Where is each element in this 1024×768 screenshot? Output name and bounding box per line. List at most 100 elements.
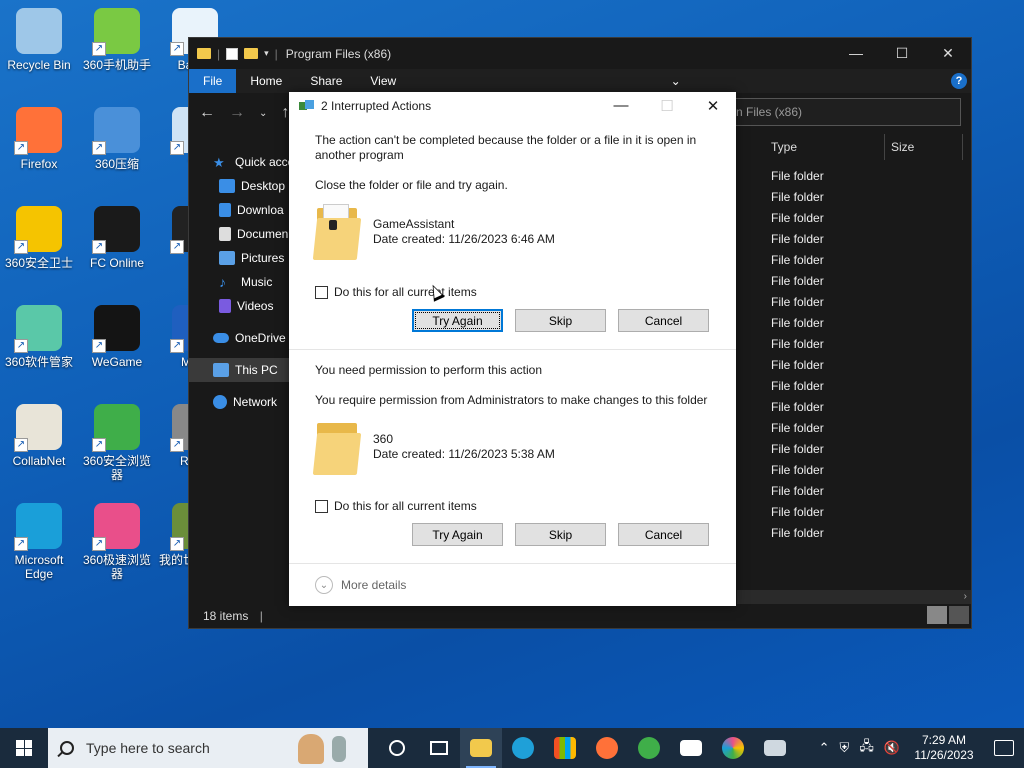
minimize-button[interactable]: — [833, 45, 879, 62]
tab-view[interactable]: View [356, 69, 410, 93]
show-hidden-icons-icon[interactable]: ⌃ [819, 740, 830, 756]
more-details-toggle[interactable]: ⌄ More details [315, 576, 406, 594]
table-row[interactable]: File folder [771, 271, 824, 292]
try-again-button[interactable]: Try Again [412, 309, 503, 332]
taskbar-file-explorer[interactable] [460, 728, 502, 768]
sidebar-item-documents[interactable]: Documen [189, 222, 289, 246]
scroll-right-icon[interactable]: › [964, 591, 967, 602]
taskbar-search-box[interactable]: Type here to search [48, 728, 368, 768]
desktop-icon-0[interactable]: Recycle Bin [0, 8, 78, 72]
tab-home[interactable]: Home [236, 69, 296, 93]
close-button[interactable]: ✕ [925, 45, 971, 62]
recent-locations-icon[interactable]: ⌄ [259, 108, 267, 119]
skip-button[interactable]: Skip [515, 523, 606, 546]
taskbar-edge[interactable] [502, 728, 544, 768]
tab-share[interactable]: Share [296, 69, 356, 93]
sidebar-item-pictures[interactable]: Pictures [189, 246, 289, 270]
start-button[interactable] [0, 728, 48, 768]
table-row[interactable]: File folder [771, 439, 824, 460]
apply-all-checkbox-1[interactable]: Do this for all current items [315, 285, 715, 299]
new-folder-icon[interactable] [244, 48, 259, 59]
table-row[interactable]: File folder [771, 460, 824, 481]
table-row[interactable]: File folder [771, 313, 824, 334]
desktop-icon-16[interactable]: ↗ 360极速浏览器 [78, 503, 156, 581]
desktop-icon-6[interactable]: ↗ 360安全卫士 [0, 206, 78, 270]
desktop-icon-4[interactable]: ↗ 360压缩 [78, 107, 156, 171]
sidebar-item-downloads[interactable]: Downloa [189, 198, 289, 222]
desktop-icon-12[interactable]: ↗ CollabNet [0, 404, 78, 468]
table-row[interactable]: File folder [771, 292, 824, 313]
address-bar[interactable]: n Files (x86) [735, 98, 961, 126]
table-row[interactable]: File folder [771, 229, 824, 250]
dialog-titlebar[interactable]: 2 Interrupted Actions — ☐ ✕ [289, 92, 736, 120]
column-header-size[interactable]: Size [885, 134, 963, 160]
dialog-close-button[interactable]: ✕ [690, 97, 736, 115]
forward-arrow-icon[interactable]: → [229, 104, 245, 122]
details-view-icon[interactable] [927, 606, 947, 624]
file-date: Date created: 11/26/2023 5:38 AM [373, 447, 555, 461]
table-row[interactable]: File folder [771, 523, 824, 544]
table-row[interactable]: File folder [771, 334, 824, 355]
taskbar-360-speed-browser[interactable] [712, 728, 754, 768]
sidebar-item-videos[interactable]: Videos [189, 294, 289, 318]
expand-ribbon-icon[interactable]: ⌄ [671, 74, 681, 88]
table-row[interactable]: File folder [771, 187, 824, 208]
sidebar-item-onedrive[interactable]: OneDrive [189, 326, 289, 350]
desktop-icon-13[interactable]: ↗ 360安全浏览器 [78, 404, 156, 482]
desktop-icon-10[interactable]: ↗ WeGame [78, 305, 156, 369]
table-row[interactable]: File folder [771, 418, 824, 439]
notification-icon[interactable] [994, 740, 1014, 756]
desktop-icon-15[interactable]: ↗ Microsoft Edge [0, 503, 78, 581]
sidebar-item-quick-access[interactable]: ★ Quick acce [189, 150, 289, 174]
tab-file[interactable]: File [189, 69, 237, 93]
taskbar-store[interactable] [544, 728, 586, 768]
sidebar-item-this-pc[interactable]: This PC [189, 358, 289, 382]
checkbox[interactable] [315, 499, 328, 513]
clock[interactable]: 7:29 AM 11/26/2023 [910, 733, 978, 763]
maximize-button[interactable]: ☐ [879, 45, 925, 62]
table-row[interactable]: File folder [771, 502, 824, 523]
table-row[interactable]: File folder [771, 376, 824, 397]
table-row[interactable]: File folder [771, 250, 824, 271]
table-row[interactable]: File folder [771, 166, 824, 187]
large-icons-view-icon[interactable] [949, 606, 969, 624]
checkbox[interactable] [315, 285, 328, 299]
sidebar-item-desktop[interactable]: Desktop [189, 174, 289, 198]
speed-browser-icon [722, 737, 744, 759]
explorer-titlebar[interactable]: | ▾ | Program Files (x86) — ☐ ✕ [189, 38, 971, 69]
taskbar-firefox[interactable] [586, 728, 628, 768]
volume-muted-icon[interactable]: 🔇 [884, 740, 900, 756]
taskbar-mail[interactable] [670, 728, 712, 768]
cloud-icon [213, 333, 229, 343]
dialog-minimize-button[interactable]: — [598, 97, 644, 115]
table-row[interactable]: File folder [771, 355, 824, 376]
shortcut-arrow-icon: ↗ [92, 339, 106, 353]
cortana-button[interactable] [376, 728, 418, 768]
customize-toolbar-icon[interactable]: ▾ [264, 48, 269, 59]
help-icon[interactable]: ? [951, 73, 967, 89]
taskbar-app[interactable] [754, 728, 796, 768]
desktop-icon-9[interactable]: ↗ 360软件管家 [0, 305, 78, 369]
table-row[interactable]: File folder [771, 397, 824, 418]
cancel-button[interactable]: Cancel [618, 523, 709, 546]
column-header-type[interactable]: Type [765, 134, 885, 160]
taskbar-360-browser[interactable] [628, 728, 670, 768]
apply-all-checkbox-2[interactable]: Do this for all current items [315, 499, 715, 513]
table-row[interactable]: File folder [771, 208, 824, 229]
desktop-icon-1[interactable]: ↗ 360手机助手 [78, 8, 156, 72]
back-arrow-icon[interactable]: ← [199, 104, 215, 122]
desktop-icon-3[interactable]: ↗ Firefox [0, 107, 78, 171]
desktop-icon [219, 179, 235, 193]
shortcut-arrow-icon: ↗ [92, 42, 106, 56]
network-icon[interactable]: 🖧 [859, 737, 874, 759]
task-view-button[interactable] [418, 728, 460, 768]
try-again-button[interactable]: Try Again [412, 523, 503, 546]
desktop-icon-7[interactable]: ↗ FC Online [78, 206, 156, 270]
sidebar-item-network[interactable]: Network [189, 390, 289, 414]
cancel-button[interactable]: Cancel [618, 309, 709, 332]
sidebar-item-music[interactable]: ♪ Music [189, 270, 289, 294]
skip-button[interactable]: Skip [515, 309, 606, 332]
security-icon[interactable]: ⛨ [840, 740, 850, 756]
properties-icon[interactable] [226, 47, 239, 60]
table-row[interactable]: File folder [771, 481, 824, 502]
